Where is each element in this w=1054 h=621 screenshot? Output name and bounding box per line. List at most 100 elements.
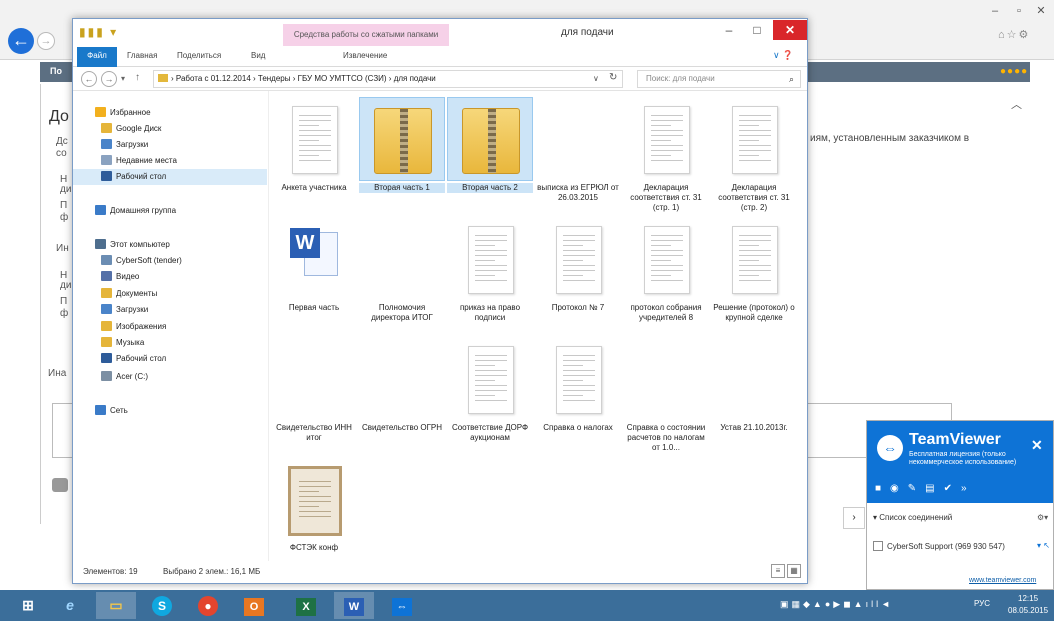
nav-item-drive[interactable]: Acer (C:) xyxy=(73,369,267,385)
back-button[interactable]: ← xyxy=(81,71,97,87)
file-item[interactable]: ФСТЭК конф xyxy=(271,457,357,561)
large-icons-view-icon[interactable]: ▦ xyxy=(787,564,801,578)
word-icon[interactable]: W xyxy=(334,592,374,619)
system-tray-icons[interactable]: ▣▦◆▲●▶◼▲ıll◄ xyxy=(780,599,893,610)
tab-view[interactable]: Вид xyxy=(251,51,265,60)
minimize-button[interactable]: – xyxy=(715,20,743,40)
browser-scroll-up-arrow[interactable]: ︿ xyxy=(1011,96,1022,112)
ribbon-expand-help-icons[interactable]: ∨ ❓ xyxy=(773,50,793,61)
file-item[interactable]: выписка из ЕГРЮЛ от 26.03.2015 xyxy=(535,97,621,217)
address-bar[interactable]: › Работа с 01.12.2014 › Тендеры › ГБУ МО… xyxy=(153,70,623,88)
nav-item-gdrive[interactable]: Google Диск xyxy=(73,121,267,137)
file-item[interactable]: Декларация соответствия ст. 31 (стр. 2) xyxy=(711,97,797,217)
file-item[interactable]: Справка о состоянии расчетов по налогам … xyxy=(623,337,709,457)
file-name: Декларация соответствия ст. 31 (стр. 1) xyxy=(630,183,702,212)
nav-item-downloads[interactable]: Загрузки xyxy=(73,137,267,153)
nav-item-computer[interactable]: Этот компьютер xyxy=(73,237,267,253)
search-input[interactable]: Поиск: для подачи ⌕ xyxy=(637,70,801,88)
word-document-icon: W xyxy=(290,228,340,280)
nav-item-star[interactable]: Избранное xyxy=(73,105,267,121)
file-explorer-icon[interactable]: ▭ xyxy=(96,592,136,619)
excel-icon[interactable]: X xyxy=(286,592,326,619)
nav-item-label: Изображения xyxy=(116,322,167,331)
tab-file[interactable]: Файл xyxy=(77,47,117,67)
teamviewer-taskbar-icon[interactable]: ⇔ xyxy=(382,592,422,619)
nav-item-label: Загрузки xyxy=(116,140,149,149)
file-item[interactable]: Соответствие ДОРФ аукционам xyxy=(447,337,533,457)
nav-item-documents[interactable]: Документы xyxy=(73,286,267,302)
browser-minimize-button[interactable]: – xyxy=(984,2,1006,20)
up-button[interactable]: ↑ xyxy=(135,72,140,83)
tab-share[interactable]: Поделиться xyxy=(177,51,221,60)
teamviewer-connection-label: CyberSoft Support (969 930 547) xyxy=(887,542,1005,551)
teamviewer-connection-item[interactable]: CyberSoft Support (969 930 547) xyxy=(873,541,1005,551)
nav-item-network-drive[interactable]: CyberSoft (tender) xyxy=(73,253,267,269)
chrome-icon[interactable]: ● xyxy=(188,592,228,619)
file-explorer-window: ▮▮▮ ▾ Средства работы со сжатыми папками… xyxy=(72,18,808,584)
outlook-icon[interactable]: O xyxy=(234,592,274,619)
nav-item-pictures[interactable]: Изображения xyxy=(73,319,267,335)
nav-item-label: CyberSoft (tender) xyxy=(116,256,182,265)
nav-item-label: Избранное xyxy=(110,108,151,117)
teamviewer-website-link[interactable]: www.teamviewer.com xyxy=(969,577,1036,584)
browser-small-button[interactable] xyxy=(52,478,68,492)
browser-maximize-button[interactable]: ▫ xyxy=(1008,2,1030,20)
recent-locations-chevron-icon[interactable]: ▾ xyxy=(121,74,125,83)
nav-item-label: Недавние места xyxy=(116,156,177,165)
file-item[interactable]: протокол собрания учредителей 8 xyxy=(623,217,709,337)
quick-access-toolbar[interactable]: ▮▮▮ ▾ xyxy=(79,25,118,39)
nav-item-desktop[interactable]: Рабочий стол xyxy=(73,351,267,367)
browser-text-fragment: П xyxy=(60,296,68,307)
file-item[interactable]: Вторая часть 2 xyxy=(447,97,533,217)
file-item[interactable]: Протокол № 7 xyxy=(535,217,621,337)
file-item[interactable]: W Первая часть xyxy=(271,217,357,337)
clock[interactable]: 12:15 08.05.2015 xyxy=(1008,593,1048,617)
refresh-icon[interactable]: ↻ xyxy=(609,72,617,83)
teamviewer-header: ⇔ TeamViewer Бесплатная лицензия (только… xyxy=(867,421,1053,503)
browser-home-favorites-settings-icons[interactable]: ⌂☆⚙ xyxy=(998,28,1030,41)
nav-item-music[interactable]: Музыка xyxy=(73,335,267,351)
nav-item-label: Рабочий стол xyxy=(116,172,167,181)
file-thumbnail xyxy=(535,217,621,301)
file-item[interactable]: Справка о налогах xyxy=(535,337,621,457)
file-item[interactable]: Свидетельство ОГРН xyxy=(359,337,445,457)
tab-extract[interactable]: Извлечение xyxy=(343,51,387,60)
file-item[interactable]: Решение (протокол) о крупной сделке xyxy=(711,217,797,337)
maximize-button[interactable]: □ xyxy=(743,20,771,40)
details-view-icon[interactable]: ≡ xyxy=(771,564,785,578)
tab-home[interactable]: Главная xyxy=(127,51,157,60)
file-item[interactable]: Полномочия директора ИТОГ xyxy=(359,217,445,337)
internet-explorer-icon[interactable]: e xyxy=(50,592,90,619)
document-thumbnail-icon xyxy=(468,226,514,294)
browser-back-button[interactable]: ← xyxy=(8,28,34,54)
browser-text-fragment: Ин xyxy=(56,243,69,254)
file-item[interactable]: Свидетельство ИНН итог xyxy=(271,337,357,457)
keyboard-language[interactable]: РУС xyxy=(974,599,990,608)
skype-icon[interactable]: S xyxy=(142,592,182,619)
teamviewer-connection-list-title[interactable]: ▾ Список соединений xyxy=(873,513,952,522)
start-button-windows-icon[interactable]: ⊞ xyxy=(8,592,48,619)
nav-item-homegroup[interactable]: Домашняя группа xyxy=(73,203,267,219)
file-item[interactable]: Декларация соответствия ст. 31 (стр. 1) xyxy=(623,97,709,217)
gdrive-icon xyxy=(101,123,112,133)
nav-item-desktop[interactable]: Рабочий стол xyxy=(73,169,267,185)
nav-item-downloads[interactable]: Загрузки xyxy=(73,302,267,318)
browser-forward-button[interactable]: → xyxy=(37,32,55,50)
file-item[interactable]: Анкета участника xyxy=(271,97,357,217)
nav-item-videos[interactable]: Видео xyxy=(73,269,267,285)
teamviewer-close-button[interactable]: ✕ xyxy=(1031,437,1043,454)
nav-item-network[interactable]: Сеть xyxy=(73,403,267,419)
nav-item-recent[interactable]: Недавние места xyxy=(73,153,267,169)
teamviewer-expand-button[interactable]: › xyxy=(843,507,865,529)
close-button[interactable]: ✕ xyxy=(773,20,807,40)
teamviewer-settings-icon[interactable]: ⚙▾ xyxy=(1037,513,1048,522)
browser-close-button[interactable]: ✕ xyxy=(1030,2,1052,20)
user-icon xyxy=(873,541,883,551)
file-item[interactable]: Вторая часть 1 xyxy=(359,97,445,217)
teamviewer-toolbar[interactable]: ■◉✎▤✔» xyxy=(875,483,976,494)
teamviewer-connection-arrow-icon[interactable]: ▾ ↖ xyxy=(1037,541,1050,550)
forward-button[interactable]: → xyxy=(101,71,117,87)
file-item[interactable]: Устав 21.10.2013г. xyxy=(711,337,797,457)
file-item[interactable]: приказ на право подписи xyxy=(447,217,533,337)
address-dropdown-icon[interactable]: ∨ xyxy=(593,74,599,83)
